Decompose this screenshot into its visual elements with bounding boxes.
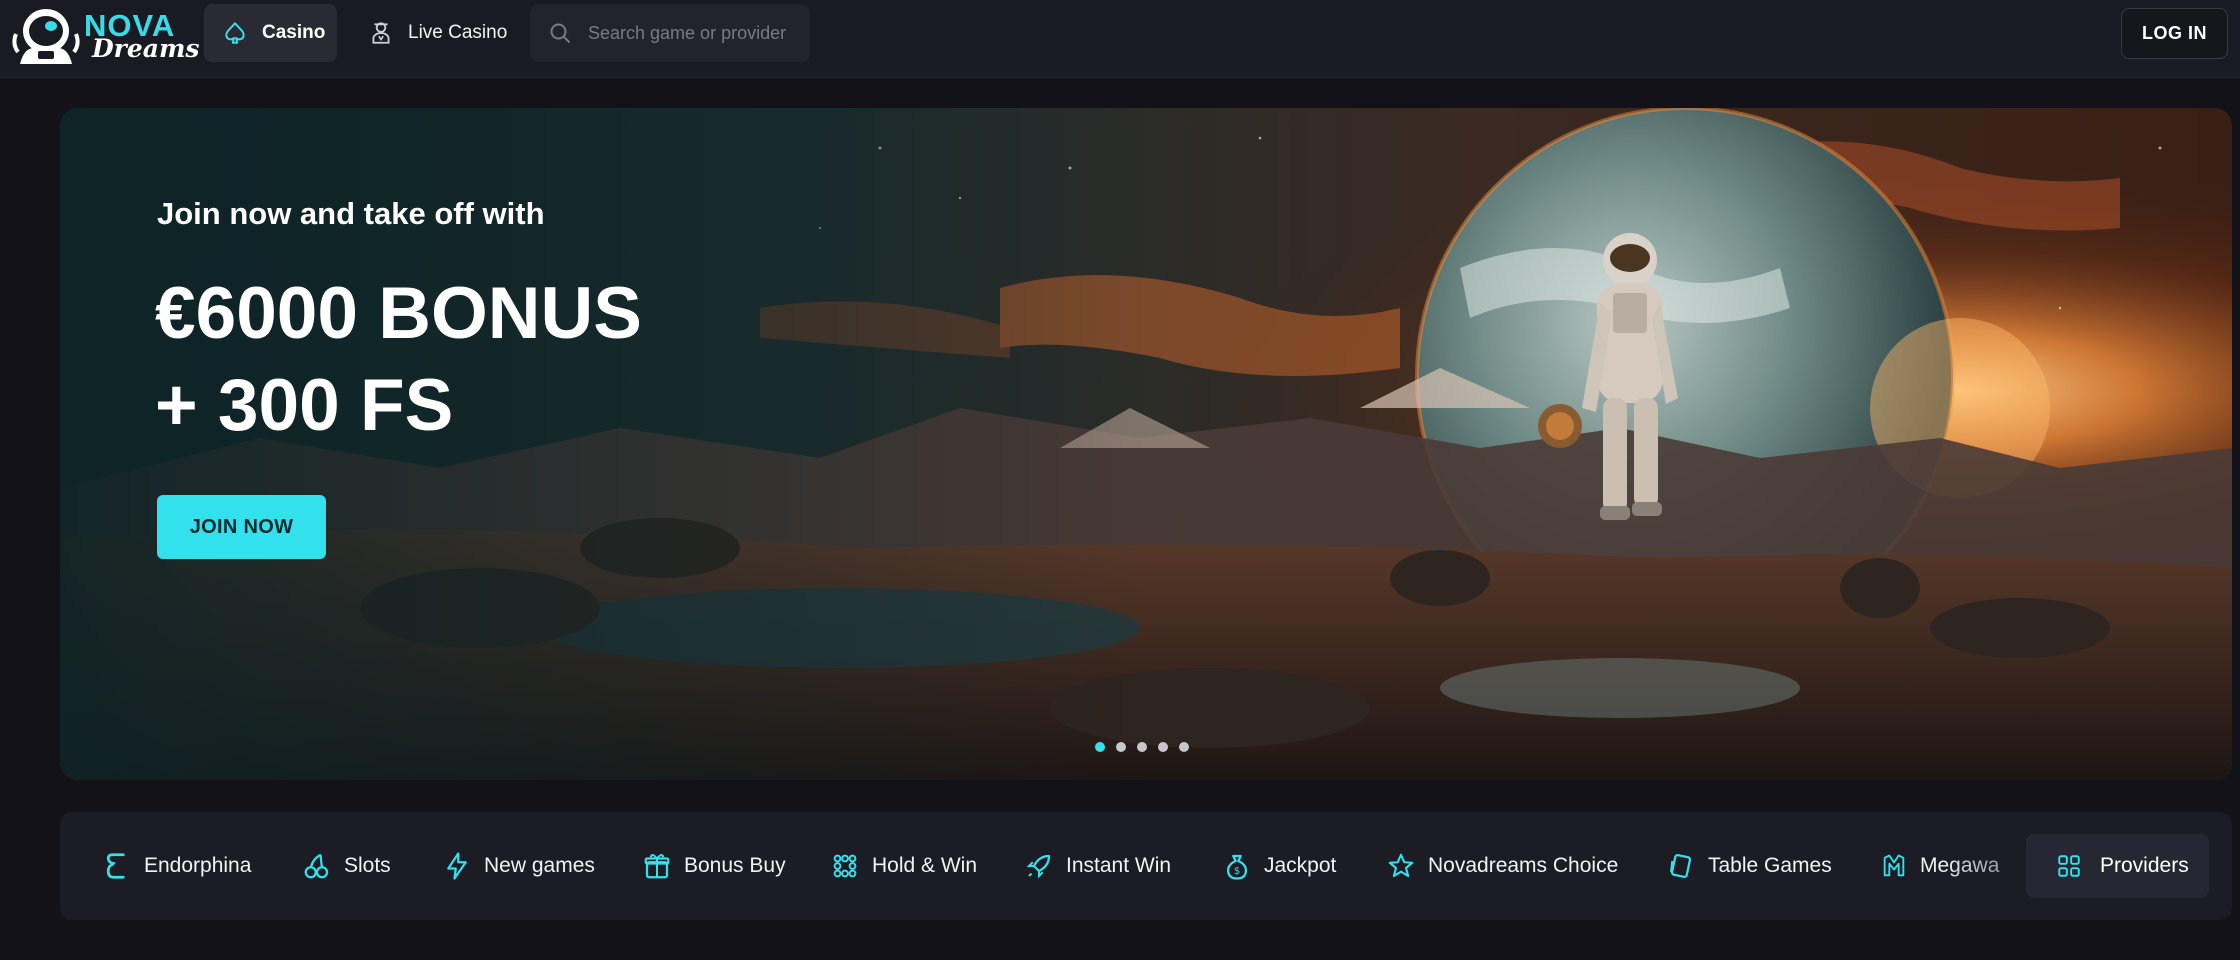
endorphina-icon (106, 853, 125, 879)
category-label: Hold & Win (872, 854, 978, 877)
category-label: New games (484, 854, 595, 877)
login-button[interactable]: LOG IN (2121, 8, 2228, 59)
rocket-icon (1026, 854, 1051, 879)
nova-dreams-logo[interactable]: NOVA Dreams (10, 4, 199, 66)
category-bar: Endorphina Slots New games Bonus Buy Hol… (60, 812, 2232, 920)
category-slots[interactable]: Slots (302, 812, 391, 920)
category-label: Novadreams Choice (1428, 854, 1619, 877)
gift-icon (644, 854, 670, 879)
hero-banner[interactable]: Join now and take off with €6000 BONUS +… (60, 108, 2232, 780)
top-header: NOVA Dreams Casino Live Casino LOG IN (0, 0, 2240, 78)
logo-text-dreams: Dreams (92, 34, 200, 63)
search-box[interactable] (530, 4, 810, 62)
category-table-games[interactable]: Table Games (1666, 812, 1832, 920)
lightning-icon (447, 852, 467, 880)
category-label: Endorphina (144, 854, 252, 877)
providers-button[interactable]: Providers (2026, 834, 2209, 898)
nav-casino[interactable]: Casino (204, 4, 337, 62)
category-label: Jackpot (1264, 854, 1337, 877)
nav-casino-label: Casino (262, 22, 326, 43)
carousel-dot-2[interactable] (1116, 742, 1126, 752)
cards-icon (1670, 853, 1692, 879)
category-jackpot[interactable]: $ Jackpot (1222, 812, 1336, 920)
category-novadreams-choice[interactable]: Novadreams Choice (1386, 812, 1618, 920)
svg-text:$: $ (1234, 866, 1240, 877)
money-bag-icon: $ (1226, 854, 1248, 880)
astronaut-logo-icon (12, 9, 80, 64)
category-new-games[interactable]: New games (442, 812, 595, 920)
category-label: Instant Win (1066, 854, 1172, 877)
category-endorphina[interactable]: Endorphina (102, 812, 251, 920)
category-label: Bonus Buy (684, 854, 786, 877)
category-label: Table Games (1708, 854, 1832, 877)
star-icon (1388, 853, 1414, 878)
search-icon (550, 23, 570, 43)
hero-headline-bonus: €6000 BONUS (155, 273, 642, 354)
carousel-dot-3[interactable] (1137, 742, 1147, 752)
nav-live-casino-label: Live Casino (408, 22, 508, 43)
hero-pretitle: Join now and take off with (157, 196, 545, 231)
category-label: Slots (344, 854, 391, 877)
carousel-dot-1[interactable] (1095, 742, 1105, 752)
dealer-icon (372, 22, 390, 44)
spade-icon (225, 22, 245, 44)
carousel-dots (1095, 742, 1189, 752)
category-instant-win[interactable]: Instant Win (1024, 812, 1171, 920)
megaways-icon (1883, 854, 1905, 877)
carousel-dot-4[interactable] (1158, 742, 1168, 752)
category-hold-and-win[interactable]: Hold & Win (830, 812, 977, 920)
hero-headline-freespins: + 300 FS (155, 365, 454, 446)
grid-icon (2058, 855, 2080, 877)
category-bonus-buy[interactable]: Bonus Buy (642, 812, 786, 920)
nav-live-casino[interactable]: Live Casino (362, 4, 522, 62)
providers-label: Providers (2100, 854, 2189, 877)
dots-grid-icon (833, 854, 857, 878)
carousel-dot-5[interactable] (1179, 742, 1189, 752)
cherries-icon (304, 853, 329, 879)
hero-headline: €6000 BONUS + 300 FS (155, 268, 642, 452)
search-input[interactable] (586, 21, 810, 45)
join-now-button[interactable]: JOIN NOW (157, 495, 326, 559)
